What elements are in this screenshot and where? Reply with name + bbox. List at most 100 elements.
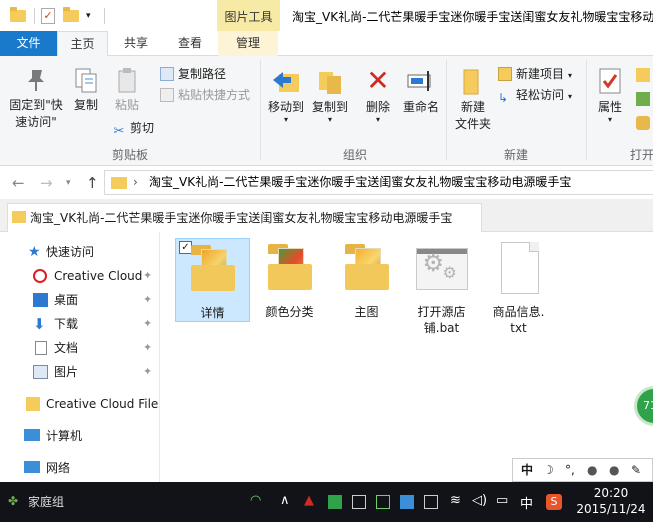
tray-app-icon[interactable] xyxy=(376,495,390,509)
copy-label: 复制 xyxy=(73,98,98,112)
move-to-button[interactable]: 移动到 ▾ xyxy=(264,66,308,124)
paste-shortcut-button[interactable]: 粘贴快捷方式 xyxy=(160,85,250,105)
nav-this-pc[interactable]: 计算机 xyxy=(0,425,159,447)
edit-icon[interactable] xyxy=(636,92,650,106)
tab-home[interactable]: 主页 xyxy=(57,31,108,57)
folder-icon xyxy=(187,239,239,301)
nav-homegroup[interactable]: 家庭组 xyxy=(28,493,64,510)
tray-app-icon[interactable] xyxy=(352,495,366,509)
checkmark-icon: ✓ xyxy=(41,8,55,24)
nav-desktop[interactable]: 桌面 ✦ xyxy=(0,289,159,311)
address-path[interactable]: 淘宝_VK礼尚-二代芒果暖手宝迷你暖手宝送闺蜜女友礼物暖宝宝移动电源暖手宝 xyxy=(149,171,571,194)
new-folder-button[interactable]: 新建 文件夹 xyxy=(452,66,494,133)
divider xyxy=(586,60,587,160)
text-file-icon xyxy=(493,238,545,300)
paste-button[interactable]: 粘贴 xyxy=(108,66,146,114)
document-tab[interactable]: 淘宝_VK礼尚-二代芒果暖手宝迷你暖手宝送闺蜜女友礼物暖宝宝移动电源暖手宝 xyxy=(7,203,482,232)
open-icon[interactable] xyxy=(636,68,650,82)
nav-documents-label: 文档 xyxy=(54,341,79,355)
sogou-icon[interactable]: S xyxy=(546,494,562,510)
new-folder-quick-button[interactable] xyxy=(63,6,83,26)
title-bar: ✓ ▾ 图片工具 淘宝_VK礼尚-二代芒果暖手宝迷你暖手宝送闺蜜女友礼物暖宝宝移… xyxy=(0,0,653,31)
microphone-icon[interactable]: ● xyxy=(609,459,619,481)
input-method-indicator[interactable]: 中 xyxy=(520,493,533,512)
nav-pictures[interactable]: 图片 ✦ xyxy=(0,361,159,383)
copy-to-label: 复制到 xyxy=(311,100,348,114)
history-icon[interactable] xyxy=(636,116,650,130)
file-item-txt[interactable]: 商品信息. txt xyxy=(481,238,556,336)
nav-creative-cloud-files[interactable]: Creative Cloud Files xyxy=(0,393,160,415)
nav-quick-access[interactable]: ★ 快速访问 xyxy=(0,241,159,263)
pictures-icon xyxy=(33,365,48,379)
file-name: 主图 xyxy=(354,305,379,319)
rename-button[interactable]: 重命名 xyxy=(400,66,442,116)
copy-icon xyxy=(72,66,100,94)
properties-button[interactable]: 属性 ▾ xyxy=(592,66,628,124)
taskbar-clock[interactable]: 20:20 2015/11/24 xyxy=(576,485,646,517)
notification-icon[interactable]: ▭ xyxy=(496,493,508,508)
wifi-icon[interactable]: ≋ xyxy=(450,493,461,508)
properties-icon xyxy=(596,66,624,96)
nav-creative-cloud-label: Creative Cloud xyxy=(54,269,143,283)
nav-downloads[interactable]: ⬇ 下载 ✦ xyxy=(0,313,159,335)
wifi-360-icon[interactable]: ◠ xyxy=(250,493,261,508)
pin-to-quick-access-button[interactable]: 固定到"快 速访问" xyxy=(6,66,66,131)
download-arrow-icon: ⬇ xyxy=(33,315,46,333)
pin-label-line2: 速访问" xyxy=(15,115,57,129)
ime-language-toggle[interactable]: 中 xyxy=(521,459,533,481)
copy-to-button[interactable]: 复制到 ▾ xyxy=(308,66,352,124)
pin-icon: ✦ xyxy=(143,341,153,354)
user-icon[interactable]: ● xyxy=(587,459,597,481)
window-title: 淘宝_VK礼尚-二代芒果暖手宝迷你暖手宝送闺蜜女友礼物暖宝宝移动 xyxy=(292,10,653,24)
wechat-icon[interactable] xyxy=(328,495,342,509)
folder-item-color-variants[interactable]: 颜色分类 xyxy=(252,238,327,320)
homegroup-icon: ✤ xyxy=(8,494,19,508)
new-item-icon xyxy=(498,67,512,81)
copy-to-icon xyxy=(315,66,345,96)
nav-documents[interactable]: 文档 ✦ xyxy=(0,337,159,359)
nav-creative-cloud[interactable]: Creative Cloud ✦ xyxy=(0,265,159,287)
up-arrow-icon[interactable]: ↑ xyxy=(86,174,99,192)
back-arrow-icon[interactable]: ← xyxy=(12,174,25,192)
folder-item-main-images[interactable]: 主图 xyxy=(329,238,404,320)
copy-button[interactable]: 复制 xyxy=(68,66,104,114)
cut-button[interactable]: ✂ 剪切 xyxy=(112,118,154,139)
paste-label: 粘贴 xyxy=(114,98,139,112)
folder-icon xyxy=(341,238,393,300)
tray-app-icon[interactable] xyxy=(400,495,414,509)
moon-icon[interactable]: ☽ xyxy=(543,459,554,481)
easy-access-icon: ↳ xyxy=(498,91,509,105)
new-item-button[interactable]: 新建项目 ▾ xyxy=(498,64,572,84)
properties-label: 属性 xyxy=(597,100,622,114)
nav-network[interactable]: 网络 xyxy=(0,457,159,479)
easy-access-button[interactable]: ↳ 轻松访问 ▾ xyxy=(498,85,572,105)
move-to-label: 移动到 xyxy=(267,100,304,114)
recent-locations-icon[interactable]: ▾ xyxy=(66,178,71,188)
tab-share[interactable]: 共享 xyxy=(112,31,160,56)
taskbar: ✤ 家庭组 ◠ ∧ ▲ ≋ ◁) ▭ 中 S 20:20 2015/11/24 xyxy=(0,482,653,522)
file-item-bat[interactable]: ⚙ ⚙ 打开源店 铺.bat xyxy=(404,238,479,336)
customize-qat-button[interactable]: ▾ xyxy=(86,6,106,26)
tray-app-icon[interactable] xyxy=(424,495,438,509)
volume-icon[interactable]: ◁) xyxy=(472,493,487,508)
paste-shortcut-icon xyxy=(160,88,174,102)
breadcrumb-chevron-icon[interactable]: › xyxy=(133,171,138,194)
copy-path-button[interactable]: 复制路径 xyxy=(160,64,226,84)
tab-file[interactable]: 文件 xyxy=(0,31,57,56)
properties-quick-button[interactable]: ✓ xyxy=(39,6,59,26)
folder-icon xyxy=(264,238,316,300)
clipboard-group-label: 剪贴板 xyxy=(111,148,148,162)
nav-creative-cloud-files-label: Creative Cloud Files xyxy=(46,397,160,411)
address-bar[interactable]: › 淘宝_VK礼尚-二代芒果暖手宝迷你暖手宝送闺蜜女友礼物暖宝宝移动电源暖手宝 xyxy=(104,170,653,195)
tab-view[interactable]: 查看 xyxy=(165,31,215,56)
folder-item-details[interactable]: ✓ 详情 xyxy=(175,238,250,322)
new-folder-icon xyxy=(458,66,488,96)
chevron-up-icon[interactable]: ∧ xyxy=(280,493,290,508)
punctuation-icon[interactable]: °, xyxy=(565,459,575,481)
navigation-bar: ← → ▾ ↑ › 淘宝_VK礼尚-二代芒果暖手宝迷你暖手宝送闺蜜女友礼物暖宝宝… xyxy=(0,166,653,199)
forward-arrow-icon[interactable]: → xyxy=(40,174,53,192)
delete-button[interactable]: ✕ 删除 ▾ xyxy=(360,66,396,124)
wrench-icon[interactable]: ✎ xyxy=(631,459,641,481)
app-tray-icon[interactable]: ▲ xyxy=(304,493,314,508)
tab-manage[interactable]: 管理 xyxy=(218,31,278,56)
